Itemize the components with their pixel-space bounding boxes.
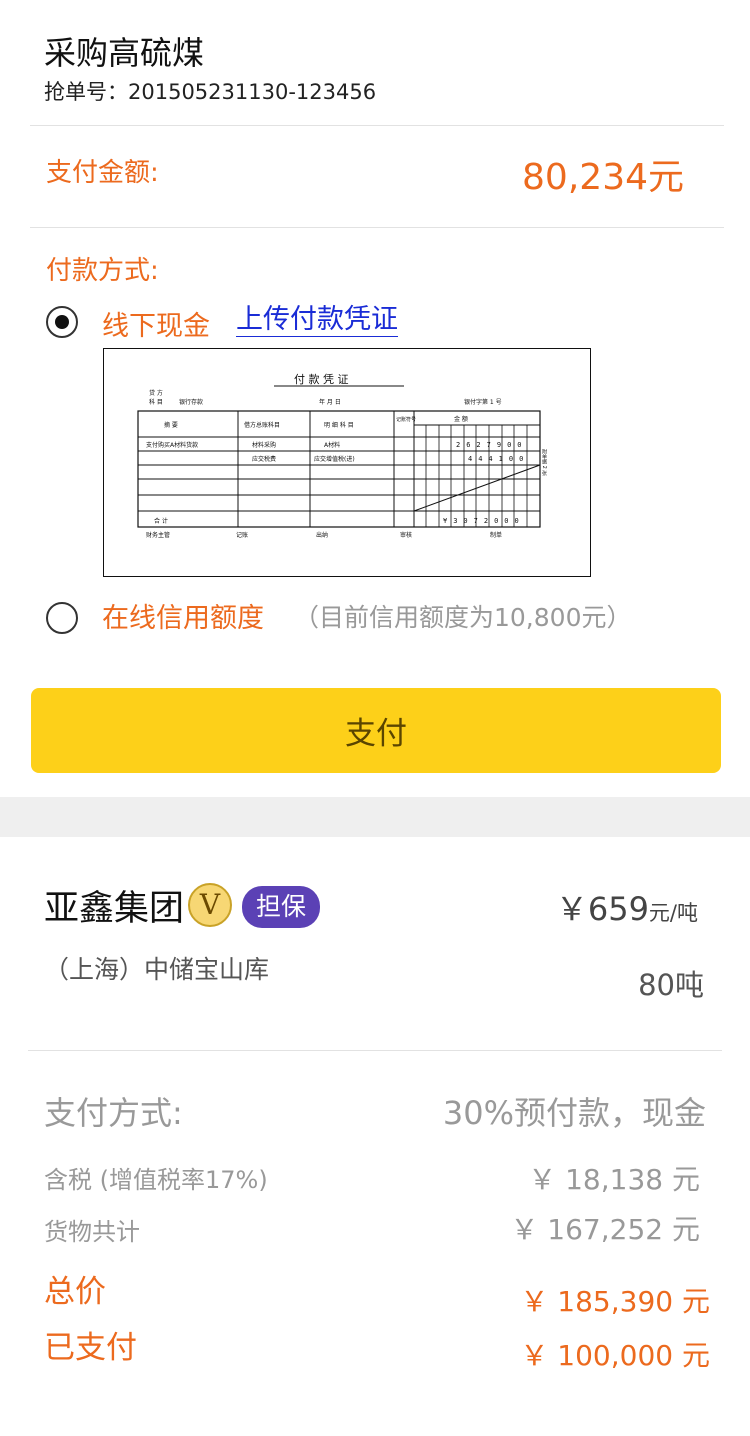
order-number-value: 201505231130-123456 [128, 80, 377, 104]
voucher-row2-account: 应交税费 [252, 455, 276, 463]
voucher-header-detail: 明 细 科 目 [324, 421, 354, 429]
voucher-footer-5: 制单 [490, 531, 502, 539]
credit-limit-note: （目前信用额度为10,800元） [294, 603, 632, 632]
vip-badge: V [188, 883, 232, 927]
summary-paid-label: 已支付 [44, 1330, 137, 1366]
pay-method-label: 付款方式: [46, 256, 159, 286]
unit-price: ￥659元/吨 [556, 884, 698, 930]
divider [30, 125, 724, 126]
voucher-header-amount: 金 额 [454, 415, 468, 423]
summary-pay-method-label: 支付方式: [44, 1094, 183, 1132]
voucher-number: 银付字第 1 号 [464, 398, 502, 406]
order-number: 抢单号：201505231130-123456 [44, 76, 376, 106]
radio-selected-dot [55, 315, 69, 329]
voucher-image[interactable]: 付 款 凭 证 贷 方 科 目 银行存款 年 月 日 银付字第 1 号 摘 要 … [103, 348, 591, 577]
order-number-label: 抢单号： [44, 80, 128, 104]
voucher-total-digits: ¥3072000 [443, 517, 525, 525]
summary-tax-value: ￥ 18,138 元 [528, 1163, 700, 1196]
voucher-subject: 科 目 [149, 398, 163, 406]
summary-paid-value: ￥ 100,000 元 [520, 1339, 710, 1372]
voucher-scan: 付 款 凭 证 贷 方 科 目 银行存款 年 月 日 银付字第 1 号 摘 要 … [137, 372, 547, 539]
voucher-title: 付 款 凭 证 [294, 372, 349, 386]
voucher-date: 年 月 日 [319, 398, 341, 406]
price-value: 659 [587, 890, 649, 928]
price-symbol: ￥ [555, 890, 588, 928]
price-unit: 元/吨 [648, 901, 698, 925]
voucher-total-label: 合 计 [154, 517, 168, 525]
pay-amount-value: 80,234元 [522, 157, 684, 198]
option-offline-cash-label[interactable]: 线下现金 [102, 304, 210, 343]
summary-goods-label: 货物共计 [44, 1218, 140, 1246]
voucher-row1-account: 材料采购 [252, 441, 276, 449]
quantity: 80吨 [638, 968, 704, 1002]
upload-voucher-link[interactable]: 上传付款凭证 [236, 304, 398, 337]
voucher-credit: 贷 方 [149, 389, 163, 397]
divider [28, 1050, 722, 1051]
divider [30, 227, 724, 228]
voucher-header-account: 借方总账科目 [244, 421, 280, 429]
radio-offline-cash[interactable] [46, 306, 78, 338]
warehouse-location: （上海）中储宝山库 [44, 955, 270, 984]
summary-goods-value: ￥ 167,252 元 [510, 1213, 700, 1246]
voucher-account: 银行存款 [179, 398, 203, 406]
pay-amount-label: 支付金额: [46, 158, 159, 188]
summary-pay-method-value: 30%预付款，现金 [442, 1094, 706, 1132]
order-title: 采购高硫煤 [44, 34, 205, 72]
voucher-header-mark: 记账符号 [396, 416, 416, 423]
voucher-footer-2: 记账 [236, 531, 248, 539]
summary-total-value: ￥ 185,390 元 [520, 1285, 710, 1318]
voucher-row2-digits: 444100 [468, 455, 529, 463]
option-online-credit-label[interactable]: 在线信用额度 [102, 596, 264, 635]
summary-tax-label: 含税 (增值税率17%) [44, 1166, 268, 1194]
section-separator [0, 797, 750, 837]
voucher-header-summary: 摘 要 [164, 421, 178, 429]
voucher-row2-detail: 应交增值税(进) [314, 455, 355, 463]
voucher-footer-1: 财务主管 [146, 531, 170, 539]
voucher-row1-detail: A材料 [324, 441, 340, 449]
voucher-footer-4: 审核 [400, 531, 412, 539]
summary-total-label: 总价 [44, 1274, 106, 1310]
voucher-row1-summary: 支付购买A材料货款 [146, 441, 198, 449]
guarantee-badge: 担保 [242, 886, 321, 928]
radio-online-credit[interactable] [46, 602, 78, 634]
voucher-row1-digits: 2627900 [456, 441, 528, 449]
voucher-side-note: 附单据 2 张 [541, 448, 547, 476]
voucher-footer-3: 出纳 [316, 531, 328, 539]
seller-company: 亚鑫集团 [44, 889, 185, 929]
pay-button[interactable]: 支付 [31, 688, 721, 773]
